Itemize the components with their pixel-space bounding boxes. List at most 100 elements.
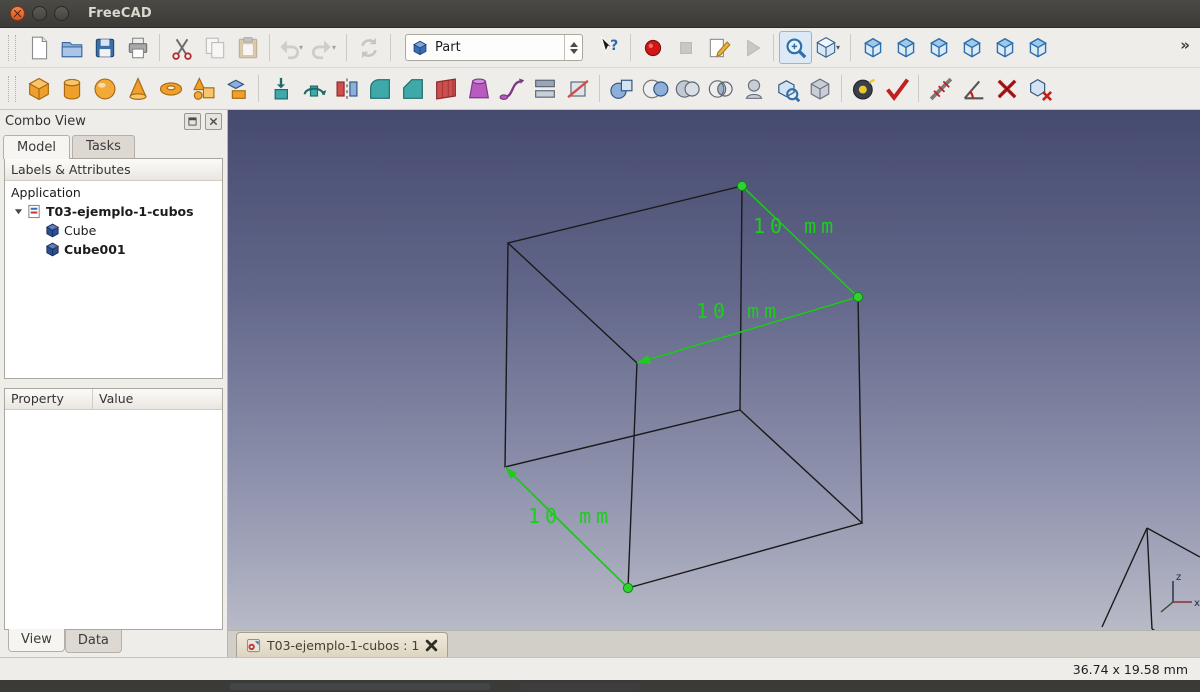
dropdown-arrow-icon[interactable]: ▾ (836, 43, 844, 52)
open-document-icon[interactable] (55, 31, 88, 64)
axis-x-label: x (1194, 598, 1200, 609)
maximize-window-button[interactable] (54, 6, 69, 21)
toolbar-separator (258, 75, 259, 102)
tree-item-label: T03-ejemplo-1-cubos (46, 204, 194, 219)
macro-stop-icon[interactable] (669, 31, 702, 64)
measure-angular-icon[interactable] (957, 72, 990, 105)
combo-view-title: Combo View (5, 114, 180, 129)
standard-toolbar: ▾ ▾ Part ▾ » (0, 28, 1200, 68)
tab-tasks[interactable]: Tasks (72, 135, 135, 158)
float-panel-button[interactable] (184, 113, 201, 130)
macro-record-icon[interactable] (636, 31, 669, 64)
boolean-cut-icon[interactable] (638, 72, 671, 105)
tree-item-label: Cube001 (64, 242, 126, 257)
measure-linear-icon[interactable] (924, 72, 957, 105)
boolean-intersection-icon[interactable] (704, 72, 737, 105)
torus-icon[interactable] (154, 72, 187, 105)
3d-view[interactable]: 10 mm 10 mm 10 mm z x (228, 110, 1200, 630)
ruled-surface-icon[interactable] (429, 72, 462, 105)
measure-toggle-3d-icon[interactable] (1023, 72, 1056, 105)
save-document-icon[interactable] (88, 31, 121, 64)
toolbar-grip[interactable] (8, 35, 16, 61)
tree-item-cube001[interactable]: Cube001 (5, 240, 222, 259)
view-top-icon[interactable] (889, 31, 922, 64)
tree-column-header: Labels & Attributes (5, 159, 222, 181)
tab-data[interactable]: Data (65, 630, 122, 653)
dropdown-arrow-icon[interactable]: ▾ (332, 43, 340, 52)
join-objects-icon[interactable] (737, 72, 770, 105)
toolbar-separator (159, 34, 160, 61)
workbench-selector[interactable]: Part (405, 34, 583, 61)
close-icon (425, 638, 438, 653)
mirror-icon[interactable] (330, 72, 363, 105)
cross-sections-icon[interactable] (561, 72, 594, 105)
revolve-icon[interactable] (297, 72, 330, 105)
sweep-icon[interactable] (495, 72, 528, 105)
new-document-icon[interactable] (22, 31, 55, 64)
defeaturing-icon[interactable] (803, 72, 836, 105)
boolean-operation-icon[interactable] (605, 72, 638, 105)
part-workbench-icon (411, 39, 429, 57)
tree-item-cube[interactable]: Cube (5, 221, 222, 240)
check-geometry-icon[interactable] (770, 72, 803, 105)
cylinder-icon[interactable] (55, 72, 88, 105)
document-tab-label: T03-ejemplo-1-cubos : 1 (267, 638, 419, 653)
measure-clear-icon[interactable] (990, 72, 1023, 105)
minimize-window-button[interactable] (32, 6, 47, 21)
view-right-icon[interactable] (922, 31, 955, 64)
cut-icon[interactable] (165, 31, 198, 64)
fit-all-icon[interactable] (779, 31, 812, 64)
boolean-union-icon[interactable] (671, 72, 704, 105)
toolbar-overflow-chevron[interactable]: » (1176, 28, 1194, 62)
fillet-icon[interactable] (363, 72, 396, 105)
workbench-spin-arrows[interactable] (564, 35, 582, 60)
toolbar-separator (269, 34, 270, 61)
view-front-icon[interactable] (856, 31, 889, 64)
validate-icon[interactable] (880, 72, 913, 105)
box-icon[interactable] (22, 72, 55, 105)
extrude-icon[interactable] (264, 72, 297, 105)
loft-icon[interactable] (462, 72, 495, 105)
expander-icon[interactable] (13, 207, 23, 216)
refresh-icon[interactable] (352, 31, 385, 64)
toolbar-separator (841, 75, 842, 102)
property-table-body[interactable] (5, 410, 222, 629)
dimension-label: 10 mm (753, 214, 838, 238)
view-left-icon[interactable] (1021, 31, 1054, 64)
print-document-icon[interactable] (121, 31, 154, 64)
macro-execute-icon[interactable] (735, 31, 768, 64)
toolbar-separator (599, 75, 600, 102)
freecad-window: FreeCAD ▾▾ Part ▾ » Combo View Model Tas… (0, 0, 1200, 692)
close-window-button[interactable] (10, 6, 25, 21)
dropdown-arrow-icon[interactable]: ▾ (299, 43, 307, 52)
paste-icon[interactable] (231, 31, 264, 64)
property-view-tabs: View Data (0, 630, 227, 657)
tree-item-application[interactable]: Application (5, 183, 222, 202)
chamfer-icon[interactable] (396, 72, 429, 105)
whats-this-icon[interactable] (592, 31, 625, 64)
create-primitives-icon[interactable] (187, 72, 220, 105)
undo-icon[interactable]: ▾ (275, 31, 308, 64)
tab-model[interactable]: Model (3, 135, 70, 159)
macro-edit-icon[interactable] (702, 31, 735, 64)
panel-splitter[interactable] (0, 379, 227, 388)
value-column-header: Value (93, 389, 222, 409)
tab-view[interactable]: View (8, 629, 65, 652)
part-toolbar (0, 68, 1200, 110)
cone-icon[interactable] (121, 72, 154, 105)
redo-icon[interactable]: ▾ (308, 31, 341, 64)
view-rear-icon[interactable] (955, 31, 988, 64)
tree-item-document[interactable]: T03-ejemplo-1-cubos (5, 202, 222, 221)
copy-icon[interactable] (198, 31, 231, 64)
appearance-icon[interactable] (847, 72, 880, 105)
document-tab[interactable]: T03-ejemplo-1-cubos : 1 (236, 632, 448, 657)
mdi-tab-bar: T03-ejemplo-1-cubos : 1 (228, 630, 1200, 657)
view-bottom-icon[interactable] (988, 31, 1021, 64)
axonometric-view-icon[interactable]: ▾ (812, 31, 845, 64)
sphere-icon[interactable] (88, 72, 121, 105)
toolbar-grip[interactable] (8, 76, 16, 102)
shape-builder-icon[interactable] (220, 72, 253, 105)
offset-icon[interactable] (528, 72, 561, 105)
close-tab-button[interactable] (425, 639, 438, 652)
close-panel-button[interactable] (205, 113, 222, 130)
